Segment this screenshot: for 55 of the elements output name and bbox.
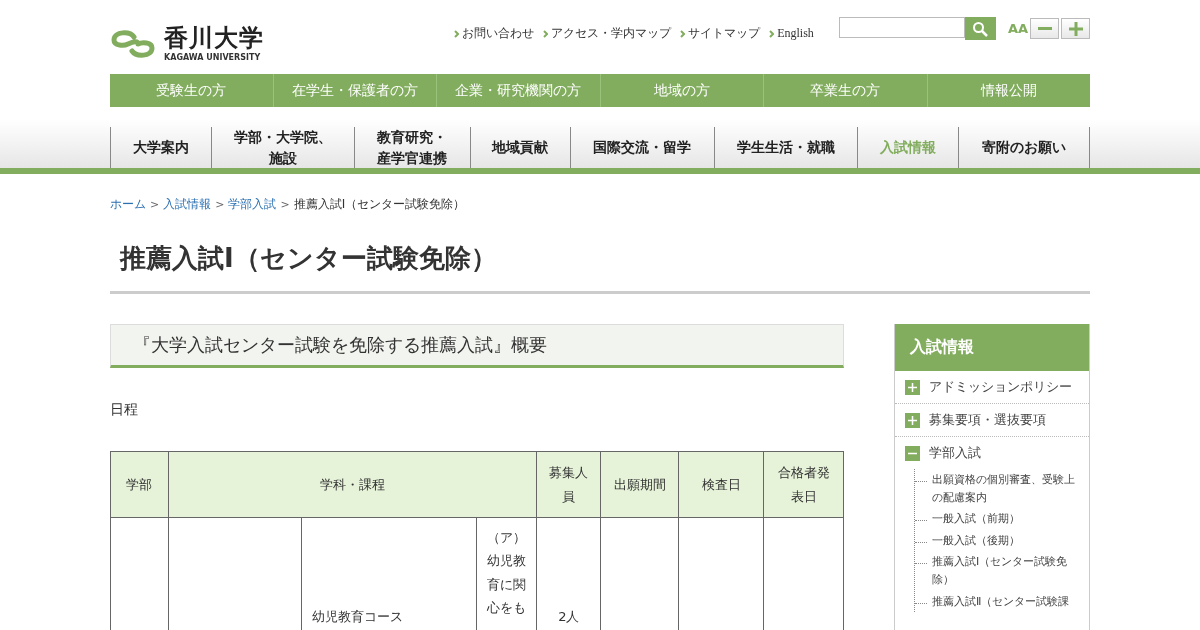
search-button[interactable]: [964, 17, 996, 40]
sidebar-subitem[interactable]: 一般入試（後期）: [915, 529, 1089, 552]
table-header-cell: 合格者発表日: [763, 451, 844, 518]
main-nav-item[interactable]: 寄附のお願い: [957, 127, 1090, 168]
sidebar-subitem[interactable]: 推薦入試Ⅱ（センター試験課: [915, 590, 1089, 613]
breadcrumb-separator: >: [150, 198, 160, 211]
sidebar-item[interactable]: 募集要項・選抜要項: [895, 403, 1089, 436]
section-heading: 『大学入試センター試験を免除する推薦入試』概要: [110, 324, 844, 368]
table-header-cell: 学科・課程: [168, 451, 537, 518]
search-field[interactable]: [838, 17, 965, 38]
plus-icon: [1068, 21, 1083, 36]
sidebar-subitem[interactable]: 出願資格の個別審査、受験上の配慮案内: [915, 469, 1089, 509]
sidebar-item-label[interactable]: 学部入試: [929, 444, 981, 462]
main-nav-item[interactable]: 地域貢献: [469, 127, 571, 168]
sidebar-subitem[interactable]: 推薦入試Ⅰ（センター試験免除）: [915, 551, 1089, 591]
breadcrumb-link[interactable]: 学部入試: [228, 196, 277, 213]
main-nav-item[interactable]: 大学案内: [110, 127, 211, 168]
main-nav-item[interactable]: 学部・大学院、 施設: [210, 127, 354, 168]
chevron-icon: [769, 29, 775, 38]
search-icon: [972, 20, 989, 37]
breadcrumb-separator: >: [215, 198, 225, 211]
chevron-icon: [454, 29, 460, 38]
breadcrumb-link[interactable]: ホーム: [110, 196, 146, 213]
breadcrumb-separator: >: [280, 198, 290, 211]
main-nav-item[interactable]: 国際交流・留学: [570, 127, 714, 168]
sidebar-subitem[interactable]: 一般入試（前期）: [915, 508, 1089, 530]
font-size-label: AA: [1007, 21, 1028, 36]
sidebar-item-label[interactable]: アドミッションポリシー: [929, 378, 1072, 396]
page-title: 推薦入試Ⅰ（センター試験免除）: [110, 241, 1090, 294]
sidebar-item[interactable]: アドミッションポリシー: [895, 371, 1089, 403]
table-header-cell: 出願期間: [600, 451, 679, 518]
sidebar-item[interactable]: 学部入試: [895, 436, 1089, 469]
main-nav-item[interactable]: 教育研究・ 産学官連携: [354, 127, 470, 168]
table-header-cell: 募集人員: [536, 451, 601, 518]
chevron-icon: [680, 29, 686, 38]
utility-link-text[interactable]: English: [777, 26, 814, 41]
decrease-font-button[interactable]: [1030, 18, 1059, 39]
breadcrumb-current: 推薦入試Ⅰ（センター試験免除）: [293, 196, 466, 213]
collapse-icon[interactable]: [905, 445, 920, 461]
sidebar-title: 入試情報: [895, 324, 1089, 371]
utility-link[interactable]: English: [769, 25, 814, 42]
table-header-cell: 検査日: [678, 451, 764, 518]
logo-subtitle: KAGAWA UNIVERSITY: [164, 53, 262, 62]
logo-name: 香川大学: [164, 26, 264, 50]
minus-icon: [1037, 27, 1052, 30]
schedule-label: 日程: [110, 401, 139, 419]
sidebar-item-label[interactable]: 募集要項・選抜要項: [929, 411, 1046, 429]
main-nav-item[interactable]: 学生生活・就職: [713, 127, 857, 168]
increase-font-button[interactable]: [1061, 18, 1090, 39]
chevron-icon: [543, 29, 549, 38]
table-header-cell: 学部: [110, 451, 169, 518]
breadcrumb-link[interactable]: 入試情報: [163, 196, 212, 213]
expand-icon[interactable]: [905, 412, 920, 428]
expand-icon[interactable]: [905, 379, 920, 395]
logo-icon: [110, 28, 156, 60]
